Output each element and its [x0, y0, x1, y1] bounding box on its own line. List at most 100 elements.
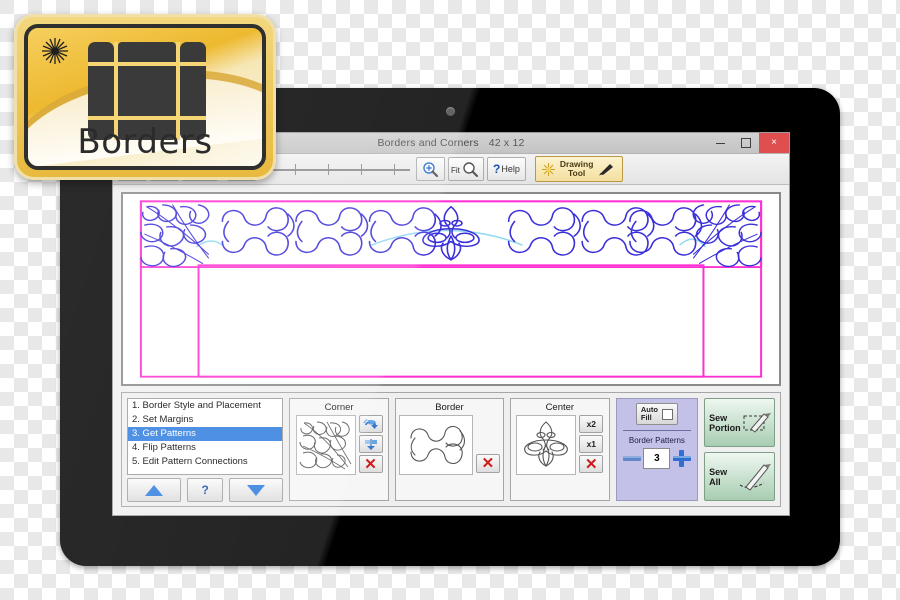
zoom-fit-icon: Fit	[451, 162, 478, 177]
corner-delete-button[interactable]: ✕	[358, 455, 383, 473]
zoom-slider-track	[262, 169, 410, 171]
pencil-icon	[599, 164, 614, 176]
center-panel-buttons: x2 x1 ✕	[579, 415, 604, 473]
zoom-slider-tick	[328, 164, 329, 175]
minimize-icon	[715, 142, 725, 144]
corner-pattern-thumbnail[interactable]	[295, 415, 356, 475]
zoom-slider-tick	[394, 164, 395, 175]
border-panel-buttons: ✕	[475, 415, 500, 473]
help-button[interactable]: ? Help	[487, 157, 526, 181]
border-delete-button[interactable]: ✕	[475, 454, 500, 473]
step-help-button[interactable]: ?	[187, 478, 224, 502]
minimize-button[interactable]	[707, 133, 733, 153]
drawing-tool-label: Drawing Tool	[560, 160, 594, 178]
canvas-background	[123, 194, 779, 384]
drawing-tool-button[interactable]: Drawing Tool	[534, 156, 624, 182]
plus-icon	[672, 449, 691, 467]
zoom-in-icon	[423, 161, 439, 177]
application-window: Borders and Corners 42 x 12 × Fit ? Help…	[112, 132, 790, 516]
center-panel-body: x2 x1 ✕	[514, 415, 606, 498]
step-previous-button[interactable]	[127, 478, 182, 502]
step-item-4[interactable]: 4. Flip Patterns	[128, 441, 282, 455]
maximize-icon	[741, 138, 751, 148]
zoom-slider[interactable]	[262, 158, 410, 180]
controls-divider	[622, 430, 692, 431]
border-pattern-thumbnail[interactable]	[398, 415, 473, 475]
corner-panel-title: Corner	[324, 402, 354, 413]
sew-all-label: Sew All	[709, 467, 727, 487]
design-canvas-drawing	[123, 194, 779, 384]
maximize-button[interactable]	[733, 133, 759, 153]
auto-fill-checkbox[interactable]	[661, 408, 673, 420]
question-mark-icon: ?	[201, 483, 209, 497]
down-arrow-icon	[247, 484, 266, 496]
border-patterns-decrement-button[interactable]	[620, 448, 643, 469]
minus-icon	[622, 455, 641, 461]
border-patterns-stepper: 3	[620, 448, 693, 469]
auto-fill-label: Auto Fill	[641, 406, 658, 422]
badge-word: Borders	[77, 122, 213, 162]
step-item-5[interactable]: 5. Edit Pattern Connections	[128, 455, 282, 469]
needle-all-icon	[739, 463, 771, 491]
sew-portion-line1: Sew	[709, 412, 728, 423]
border-patterns-label: Border Patterns	[628, 436, 685, 445]
starburst-icon	[541, 162, 555, 176]
close-button[interactable]: ×	[759, 133, 789, 153]
starburst-icon	[42, 38, 68, 64]
center-panel-title: Center	[545, 402, 575, 413]
border-pattern-preview	[410, 425, 465, 465]
border-pattern-panel: Border ✕	[394, 398, 504, 501]
steps-navigation: ?	[127, 478, 284, 502]
window-dimensions: 42 x 12	[488, 137, 525, 149]
front-camera-icon	[446, 107, 455, 116]
zoom-in-button[interactable]	[416, 157, 445, 181]
border-panel-title: Border	[435, 402, 464, 413]
close-icon: ×	[771, 137, 777, 148]
sew-portion-line2: Portion	[709, 422, 741, 433]
badge-inner-frame: Borders	[24, 24, 266, 170]
help-label: Help	[501, 164, 520, 174]
sew-all-line1: Sew	[709, 466, 728, 477]
border-patterns-value[interactable]: 3	[643, 448, 671, 469]
steps-list[interactable]: 1. Border Style and Placement 2. Set Mar…	[127, 398, 284, 475]
svg-text:Fit: Fit	[451, 166, 461, 175]
up-arrow-icon	[145, 484, 164, 496]
steps-group: 1. Border Style and Placement 2. Set Mar…	[127, 398, 284, 502]
border-panel-body: ✕	[398, 415, 500, 498]
auto-fill-line2: Fill	[640, 413, 652, 422]
drawing-tool-line2: Tool	[567, 168, 586, 178]
flip-icon	[364, 438, 377, 450]
sew-portion-button[interactable]: Sew Portion	[704, 398, 775, 447]
corner-pattern-preview	[299, 421, 351, 470]
step-item-1[interactable]: 1. Border Style and Placement	[128, 399, 282, 413]
help-question-icon: ?	[493, 162, 501, 176]
design-canvas[interactable]	[121, 192, 781, 386]
center-pattern-thumbnail[interactable]	[516, 415, 577, 475]
step-next-button[interactable]	[229, 478, 284, 502]
corner-rotate-button[interactable]	[358, 415, 383, 433]
zoom-slider-tick	[361, 164, 362, 175]
center-delete-button[interactable]: ✕	[579, 455, 604, 473]
sew-portion-label: Sew Portion	[709, 413, 741, 433]
center-pattern-panel: Center x2 x1 ✕	[509, 398, 610, 501]
needle-partial-icon	[743, 412, 771, 433]
zoom-fit-button[interactable]: Fit	[448, 157, 484, 181]
center-double-button[interactable]: x2	[579, 415, 604, 433]
border-patterns-increment-button[interactable]	[670, 448, 693, 469]
window-controls: ×	[707, 133, 789, 153]
auto-fill-button[interactable]: Auto Fill	[635, 403, 678, 425]
step-item-2[interactable]: 2. Set Margins	[128, 413, 282, 427]
sew-buttons-group: Sew Portion Sew All	[704, 398, 775, 501]
corner-panel-body: ✕	[293, 415, 385, 498]
sew-all-line2: All	[709, 476, 721, 487]
rotate-icon	[363, 419, 379, 429]
pattern-controls-group: Auto Fill Border Patterns 3	[615, 398, 699, 501]
corner-flip-button[interactable]	[358, 435, 383, 453]
borders-badge-logo: Borders	[14, 14, 276, 180]
step-item-3[interactable]: 3. Get Patterns	[128, 426, 283, 441]
zoom-slider-tick	[295, 164, 296, 175]
center-single-button[interactable]: x1	[579, 435, 604, 453]
bottom-control-panel: 1. Border Style and Placement 2. Set Mar…	[121, 392, 781, 507]
center-pattern-preview	[524, 421, 569, 468]
sew-all-button[interactable]: Sew All	[704, 452, 775, 501]
